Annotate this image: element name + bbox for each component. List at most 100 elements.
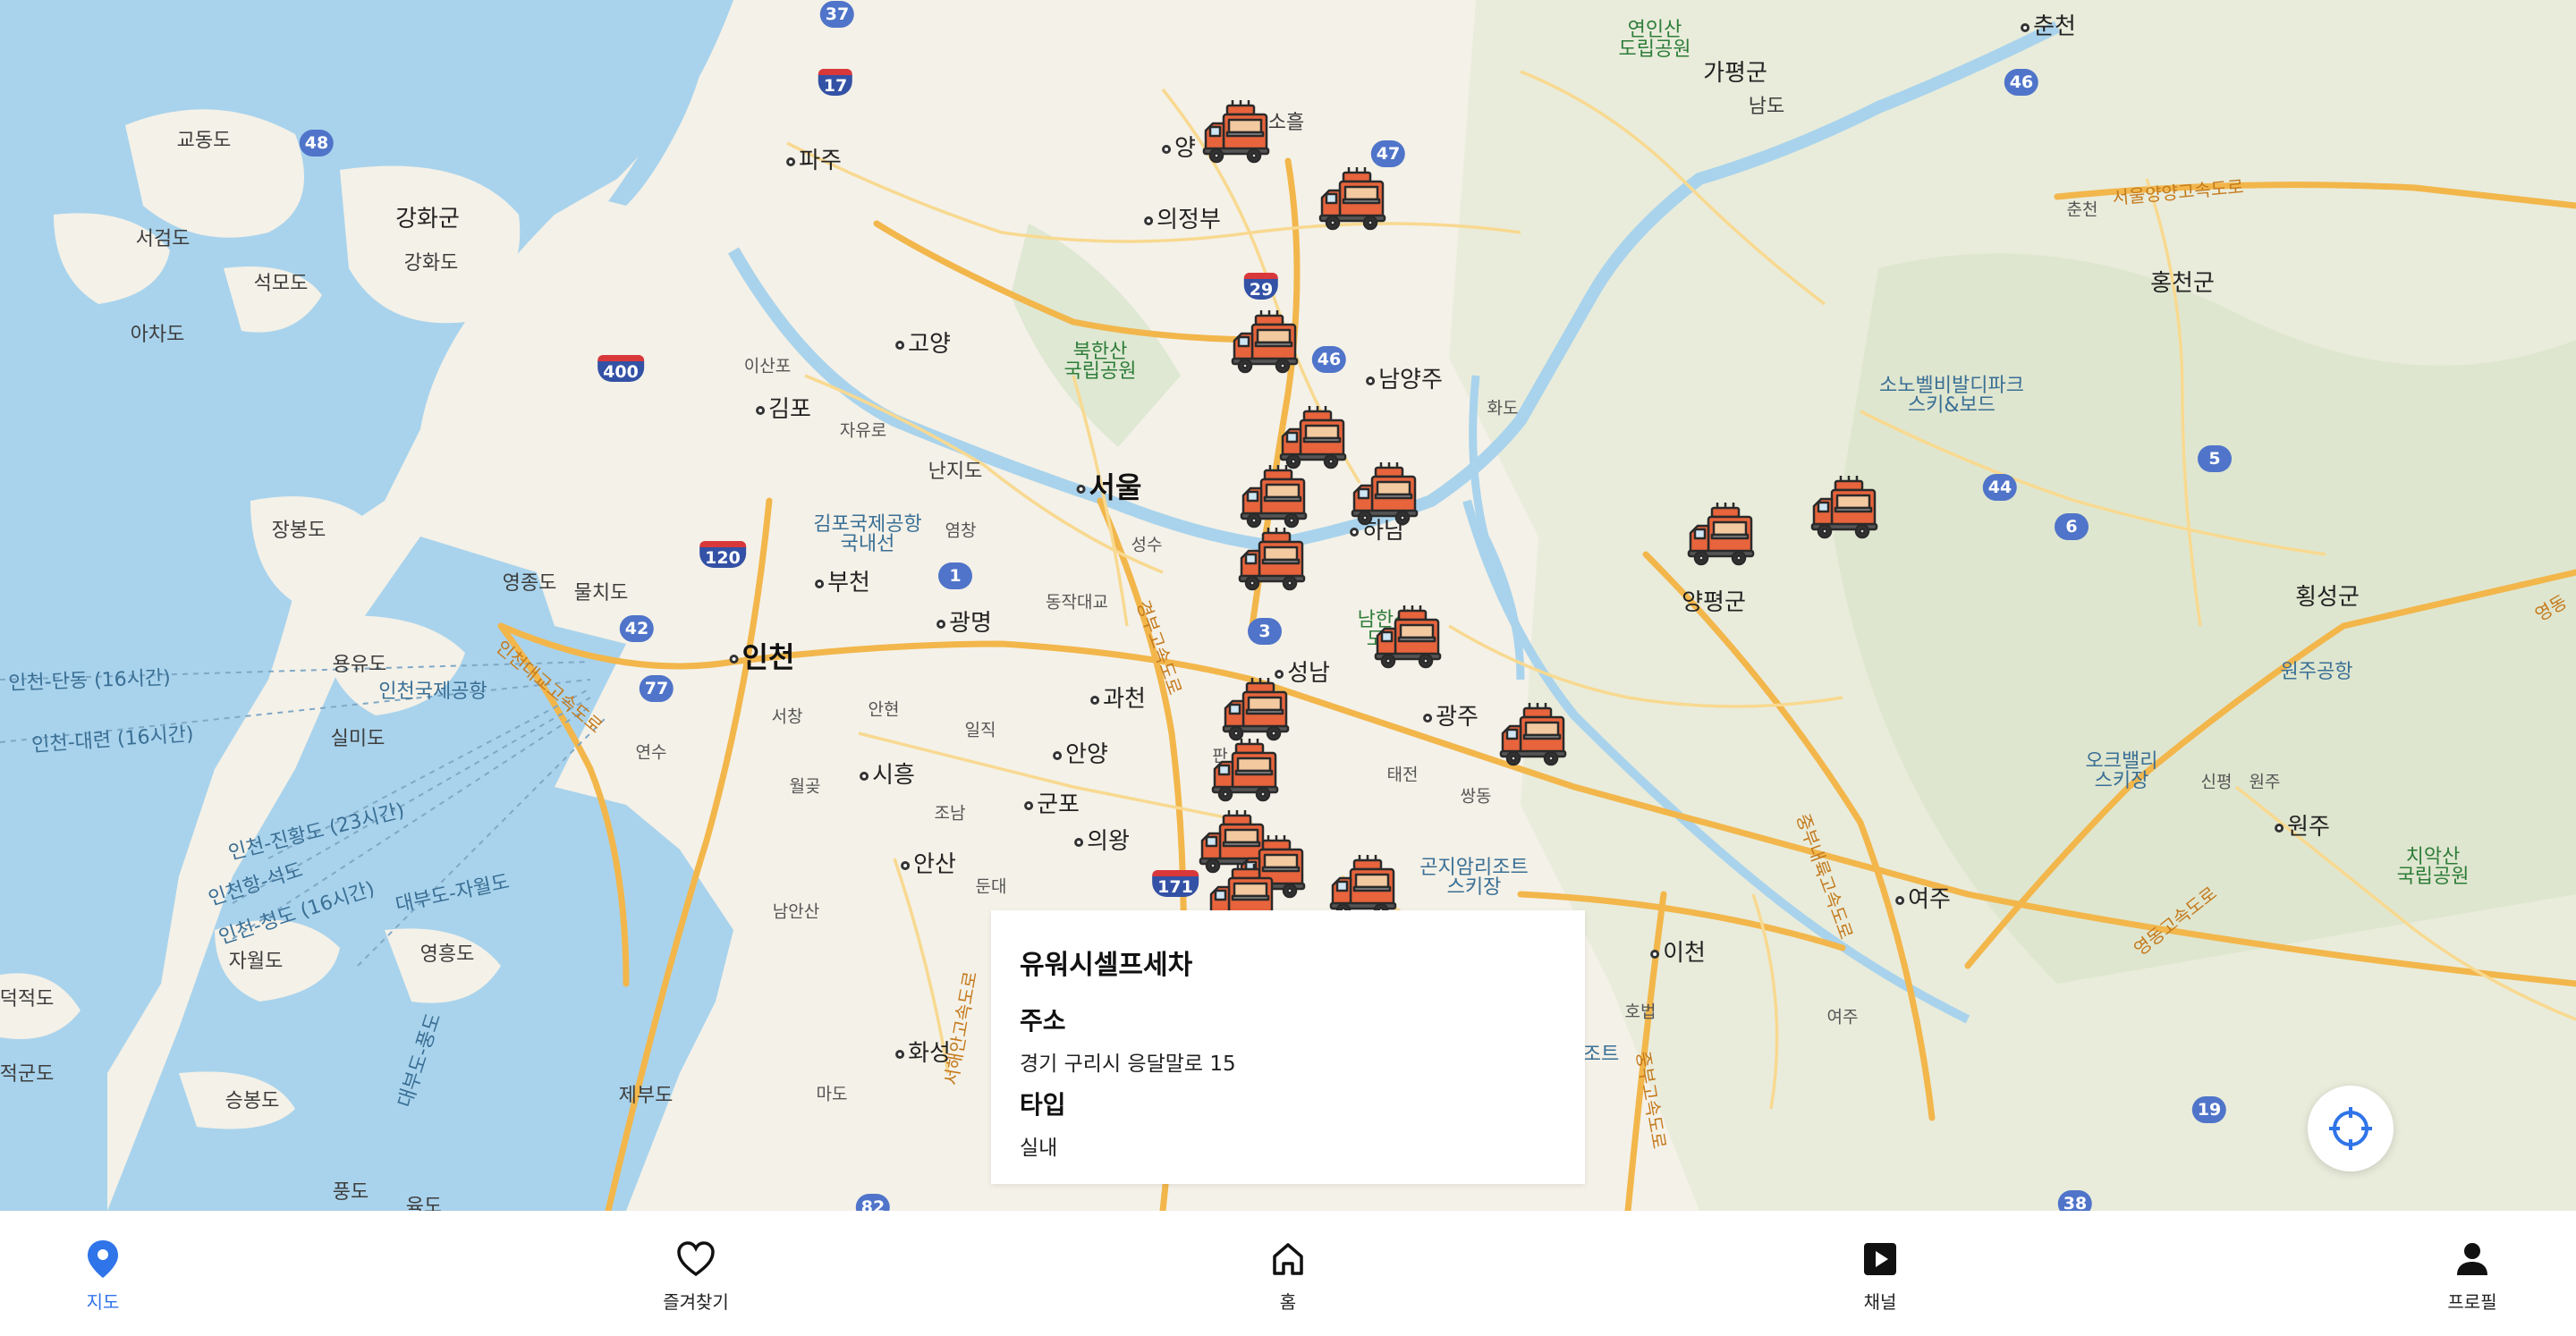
map-view[interactable]: 춘천 연인산 도립공원 가평군 남도 교동도 파주 양 소흘 의정부 강화군 강…: [0, 0, 2576, 1211]
food-truck-marker[interactable]: [1229, 309, 1301, 380]
route-shield: 37: [819, 1, 855, 28]
park-label: 북한산 국립공원: [1063, 341, 1137, 383]
food-truck-marker[interactable]: [1372, 604, 1444, 675]
place-label: 의정부: [1144, 208, 1221, 232]
junction-label: 안현: [868, 699, 900, 720]
place-label: 횡성군: [2295, 584, 2360, 611]
island-label: 장봉도: [271, 520, 326, 542]
food-truck-marker[interactable]: [1209, 737, 1281, 808]
tab-map[interactable]: 지도: [31, 1238, 174, 1314]
island-label: 제부도: [618, 1085, 674, 1107]
junction-label: 남안산: [772, 901, 820, 922]
route-shield: 48: [299, 130, 335, 156]
island-label: 서검도: [135, 228, 191, 250]
island-label: 승봉도: [225, 1090, 280, 1112]
junction-label: 쌍동: [1460, 786, 1492, 807]
food-truck-icon: [1810, 476, 1878, 539]
food-truck-marker[interactable]: [1317, 165, 1388, 237]
tab-favorites[interactable]: 즐겨찾기: [624, 1238, 767, 1314]
address-value: 경기 구리시 응달말로 15: [1020, 1053, 1236, 1076]
junction-label: 동작대교: [1046, 592, 1108, 613]
map-pin-icon: [88, 1240, 118, 1278]
place-label: 광주: [1423, 706, 1479, 729]
island-label: 실미도: [330, 728, 386, 750]
current-location-button[interactable]: [2308, 1086, 2394, 1171]
heart-icon: [677, 1241, 715, 1277]
place-label: 과천: [1090, 688, 1146, 711]
junction-label: 월곶: [789, 776, 821, 797]
food-truck-icon: [1499, 703, 1567, 766]
island-label: 교동도: [176, 130, 232, 152]
airport-label: 원주공항: [2280, 661, 2353, 683]
place-label: 가평군: [1703, 60, 1767, 87]
junction-label: 조남: [934, 803, 966, 824]
place-label: 광명: [936, 612, 992, 635]
place-info-card[interactable]: 유워시셀프세차 주소 경기 구리시 응달말로 15 타입 실내: [991, 910, 1585, 1184]
place-label: 안양: [1053, 743, 1108, 766]
junction-label: 염창: [945, 520, 977, 541]
junction-label: 원주: [2249, 772, 2281, 792]
place-label: 홍천군: [2150, 270, 2215, 297]
junction-label: 서창: [771, 706, 803, 727]
bottom-tab-bar: 지도 즐겨찾기 홈 채널 프로필: [0, 1211, 2576, 1336]
junction-label: 신평: [2200, 772, 2233, 792]
food-truck-marker[interactable]: [1809, 474, 1880, 545]
home-icon: [1273, 1243, 1303, 1275]
junction-label: 태전: [1386, 765, 1419, 785]
type-value: 실내: [1020, 1137, 1058, 1160]
island-label: 용유도: [332, 654, 387, 676]
tab-home[interactable]: 홈: [1216, 1238, 1360, 1314]
tab-label: 홈: [1279, 1291, 1297, 1313]
route-shield: 17: [818, 69, 853, 96]
route-shield: 46: [1311, 346, 1347, 373]
route-shield: 19: [2191, 1096, 2227, 1123]
tab-channel[interactable]: 채널: [1809, 1238, 1952, 1314]
route-shield: 6: [2055, 513, 2089, 540]
tab-profile[interactable]: 프로필: [2401, 1238, 2544, 1314]
capital-label: 서울: [1076, 473, 1141, 502]
poi-label: 오크밸리 스키장: [2085, 750, 2158, 792]
food-truck-marker[interactable]: [1685, 501, 1757, 572]
road-label: 자유로: [839, 420, 887, 441]
place-name: 유워시셀프세차: [1020, 950, 1193, 981]
food-truck-icon: [1687, 503, 1755, 566]
island-label: 석모도: [253, 273, 309, 295]
food-truck-marker[interactable]: [1238, 463, 1309, 535]
junction-label: 이산포: [743, 356, 792, 376]
food-truck-icon: [1238, 528, 1306, 591]
place-label: 여주: [1895, 888, 1951, 911]
food-truck-icon: [1240, 465, 1308, 528]
island-label: 영종도: [502, 572, 557, 595]
place-label: 소흘: [1267, 112, 1305, 134]
food-truck-marker[interactable]: [1236, 526, 1308, 597]
place-label: 고양: [895, 333, 951, 356]
tab-label: 채널: [1863, 1291, 1897, 1313]
place-label: 화성: [895, 1042, 951, 1065]
food-truck-icon: [1231, 310, 1299, 374]
route-shield: 29: [1243, 273, 1279, 300]
tab-label: 프로필: [2447, 1291, 2497, 1313]
food-truck-icon: [1318, 167, 1386, 231]
route-shield: 3: [1248, 618, 1282, 645]
junction-label: 둔대: [975, 876, 1007, 897]
food-truck-marker[interactable]: [1349, 461, 1420, 532]
route-shield: 46: [2004, 69, 2039, 96]
place-label: 파주: [786, 149, 842, 173]
food-truck-marker[interactable]: [1497, 701, 1569, 773]
island-label: 풍도: [332, 1181, 369, 1204]
island-label: 육도: [405, 1196, 443, 1212]
place-label: 김포: [756, 398, 811, 421]
route-shield: 82: [855, 1194, 891, 1211]
poi-label: 조트: [1582, 1044, 1620, 1066]
place-label: 남양주: [1366, 368, 1443, 392]
island-label: 강화도: [403, 252, 459, 275]
route-shield: 44: [1982, 474, 2018, 501]
play-icon: [1864, 1243, 1896, 1275]
junction-label: 여주: [1826, 1007, 1859, 1027]
food-truck-marker[interactable]: [1200, 98, 1272, 170]
place-label: 양: [1162, 137, 1196, 160]
place-label: 남도: [1748, 96, 1785, 118]
island-label: 적군도: [0, 1063, 55, 1086]
place-label: 군포: [1024, 793, 1080, 816]
island-label: 자월도: [228, 951, 284, 973]
